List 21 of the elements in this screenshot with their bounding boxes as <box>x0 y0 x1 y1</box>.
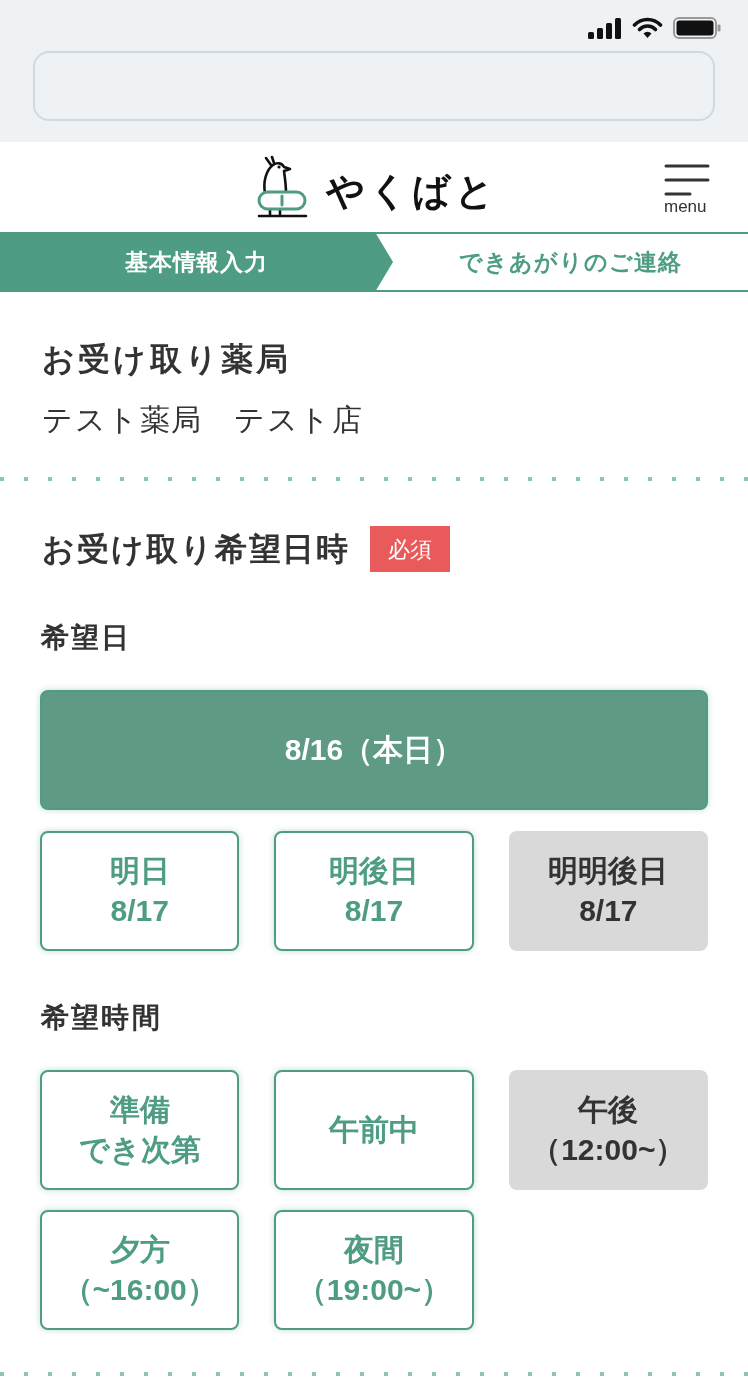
option-button[interactable]: 明日 8/17 <box>40 831 240 951</box>
battery-icon <box>673 17 721 39</box>
section-title: お受け取り希望日時 <box>42 530 351 569</box>
option-button[interactable]: 夕方 （~16:00） <box>40 1210 240 1330</box>
logo-text: やくばと <box>326 169 498 214</box>
address-bar[interactable] <box>33 51 715 121</box>
field-label: 希望日 <box>40 621 133 655</box>
menu-button[interactable]: menu <box>664 157 710 217</box>
option-button[interactable]: 8/16（本日） <box>40 690 708 810</box>
menu-icon <box>664 163 710 196</box>
wifi-icon <box>632 17 663 39</box>
option-button[interactable]: 準備 でき次第 <box>40 1070 240 1190</box>
field-label: 希望時間 <box>40 1001 163 1035</box>
pharmacy-name: テスト薬局 テスト店 <box>42 402 364 438</box>
option-button[interactable]: 明後日 8/17 <box>274 831 474 951</box>
signal-icon <box>588 17 622 39</box>
required-badge: 必須 <box>370 526 451 572</box>
section-title: お受け取り薬局 <box>42 340 293 379</box>
progress-step: 基本情報入力 <box>0 232 393 292</box>
option-button[interactable]: 夜間 （19:00~） <box>274 1210 474 1330</box>
option-button[interactable]: 午前中 <box>274 1070 474 1190</box>
